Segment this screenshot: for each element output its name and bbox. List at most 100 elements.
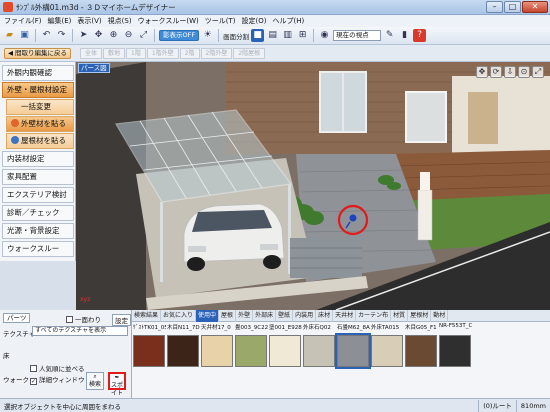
menu-help[interactable]: ヘルプ(H) <box>272 16 304 26</box>
material-swatch[interactable] <box>133 335 165 367</box>
mode-tab-2f-wall[interactable]: 2階外壁 <box>200 48 233 59</box>
settings-button[interactable]: 設定 <box>112 314 131 326</box>
mode-tab-1f-wall[interactable]: 1階外壁 <box>146 48 179 59</box>
redo-icon[interactable]: ↷ <box>55 29 68 42</box>
tab-texture[interactable]: 材質 <box>391 310 409 322</box>
material-name: 木目N11_7D <box>167 325 200 331</box>
single-sided-option[interactable]: 一面わり <box>66 314 101 324</box>
material-name: 塗001_E928 <box>269 325 302 331</box>
sidebar-item-apply-wall[interactable]: 外壁材を貼る <box>6 116 74 132</box>
open-icon[interactable]: ▰ <box>3 29 16 42</box>
menu-edit[interactable]: 編集(E) <box>48 16 72 26</box>
tab-flooring[interactable]: 床材 <box>316 310 334 322</box>
zoom-out-icon[interactable]: ⊖ <box>122 29 135 42</box>
tab-in-use[interactable]: 使用中 <box>196 310 220 322</box>
title-bar: ｻﾝﾌﾟﾙ外構01.m3d - ３Ｄマイホームデザイナー – □ ✕ <box>0 0 550 15</box>
split-vertical-icon[interactable]: ▥ <box>281 29 294 42</box>
menu-walkthrough[interactable]: ウォークスルー(W) <box>138 16 199 26</box>
help-icon[interactable]: ? <box>413 29 427 42</box>
sidebar-item-exterior-plan[interactable]: エクステリア検討 <box>2 187 74 203</box>
mode-tab-2f[interactable]: 2階 <box>179 48 200 59</box>
viewpoint-select[interactable]: 現在の視点 <box>333 30 382 41</box>
fit-icon[interactable]: ⤢ <box>137 29 150 42</box>
tab-curtain[interactable]: カーテン布 <box>356 310 392 322</box>
detail-window-option[interactable]: ✓ 詳細ウィンドウ <box>30 374 85 385</box>
menu-view[interactable]: 表示(V) <box>77 16 101 26</box>
material-swatch[interactable] <box>303 335 335 367</box>
sort-popular-checkbox[interactable] <box>30 365 37 372</box>
measure-icon[interactable]: ✎ <box>383 29 396 42</box>
single-sided-checkbox[interactable] <box>66 316 73 323</box>
split-horizontal-icon[interactable]: ▤ <box>266 29 279 42</box>
tab-search-results[interactable]: 検索結果 <box>132 310 162 322</box>
sidebar-item-wall-roof-settings[interactable]: 外壁・屋根材設定 <box>2 82 74 98</box>
mode-tab-1f[interactable]: 1階 <box>126 48 146 59</box>
mode-tab-2f-roof[interactable]: 2階屋根 <box>233 48 266 59</box>
split-quad-icon[interactable]: ⊞ <box>296 29 309 42</box>
zoom-in-icon[interactable]: ⊕ <box>107 29 120 42</box>
material-name: 外床石Q02 <box>303 325 331 331</box>
zoom-icon[interactable]: ⊙ <box>518 66 530 78</box>
menu-tools[interactable]: ツール(T) <box>205 16 236 26</box>
material-swatch[interactable] <box>405 335 437 367</box>
tab-roof-material[interactable]: 屋根材 <box>408 310 432 322</box>
sidebar-item-bulk-change[interactable]: 一括変更 <box>6 99 74 115</box>
material-swatch[interactable] <box>167 335 199 367</box>
single-view-icon[interactable]: ■ <box>251 29 265 42</box>
fit-view-icon[interactable]: ⤢ <box>532 66 544 78</box>
move-icon[interactable]: ✥ <box>476 66 488 78</box>
sidebar-item-light-background[interactable]: 光源・背景設定 <box>2 223 74 239</box>
camera-icon[interactable]: ◉ <box>318 29 331 42</box>
mode-tab-site[interactable]: 敷地 <box>103 48 126 59</box>
material-swatch[interactable] <box>439 335 471 367</box>
light-icon[interactable]: ☀ <box>201 29 214 42</box>
maximize-button[interactable]: □ <box>504 1 521 13</box>
menu-settings[interactable]: 設定(O) <box>242 16 267 26</box>
3d-viewport[interactable]: パース図 ✥ ⟳ ⇩ ⊙ ⤢ xyz <box>76 62 550 310</box>
material-swatch[interactable] <box>335 333 371 369</box>
select-icon[interactable]: ➤ <box>77 29 90 42</box>
mode-tab-all[interactable]: 全体 <box>80 48 103 59</box>
tab-ceiling[interactable]: 天井材 <box>333 310 357 322</box>
texture-filter-select[interactable]: すべてのテクスチャを表示 <box>32 326 128 336</box>
sidebar-item-exterior-check[interactable]: 外観内観確認 <box>2 65 74 81</box>
material-name: ｹﾞｽﾄTK01_05 <box>133 325 166 331</box>
undo-icon[interactable]: ↶ <box>40 29 53 42</box>
sidebar-item-diagnosis[interactable]: 診断／チェック <box>2 205 74 221</box>
search-button[interactable]: ⌕ 検索 <box>86 372 104 390</box>
save-icon[interactable]: ▣ <box>18 29 31 42</box>
back-to-plan-label: 間取り編集に戻る <box>15 49 67 57</box>
tab-wallpaper[interactable]: 壁紙 <box>276 310 294 322</box>
material-swatch[interactable] <box>201 335 233 367</box>
tab-exterior-floor[interactable]: 外部床 <box>253 310 277 322</box>
close-button[interactable]: ✕ <box>522 1 548 13</box>
sidebar-item-walkthrough[interactable]: ウォークスルー <box>2 241 74 257</box>
material-swatch[interactable] <box>269 335 301 367</box>
material-swatch[interactable] <box>235 335 267 367</box>
parts-tab[interactable]: パーツ <box>3 313 31 323</box>
apply-wall-label: 外壁材を貼る <box>21 119 66 128</box>
menu-file[interactable]: ファイル(F) <box>4 16 42 26</box>
rotate-icon[interactable]: ⟳ <box>490 66 502 78</box>
shadow-toggle-button[interactable]: 影表示OFF <box>159 30 200 41</box>
sidebar-item-furniture[interactable]: 家具配置 <box>2 169 74 185</box>
walk-icon[interactable]: ⇩ <box>504 66 516 78</box>
tab-moving[interactable]: 動材 <box>431 310 449 322</box>
sidebar-item-apply-roof[interactable]: 屋根材を貼る <box>6 133 74 149</box>
pan-icon[interactable]: ✥ <box>92 29 105 42</box>
book-icon[interactable]: ▮ <box>398 29 411 42</box>
tab-roof[interactable]: 屋根 <box>219 310 237 322</box>
detail-window-checkbox[interactable]: ✓ <box>30 378 37 385</box>
sidebar-item-interior-material[interactable]: 内装材設定 <box>2 151 74 167</box>
sort-popular-option[interactable]: 人気順に並べる <box>30 363 85 373</box>
back-to-plan-button[interactable]: ◀ 間取り編集に戻る <box>4 48 71 59</box>
back-arrow-icon: ◀ <box>8 49 13 57</box>
single-sided-label: 一面わり <box>75 316 101 324</box>
tab-exterior-wall[interactable]: 外壁 <box>236 310 254 322</box>
minimize-button[interactable]: – <box>486 1 503 13</box>
material-swatch[interactable] <box>371 335 403 367</box>
tab-favorites[interactable]: お気に入り <box>161 310 197 322</box>
eyedropper-button[interactable]: ✒ スポイト <box>108 372 126 397</box>
tab-interior[interactable]: 内装用 <box>293 310 317 322</box>
menu-viewpoint[interactable]: 視点(S) <box>108 16 132 26</box>
